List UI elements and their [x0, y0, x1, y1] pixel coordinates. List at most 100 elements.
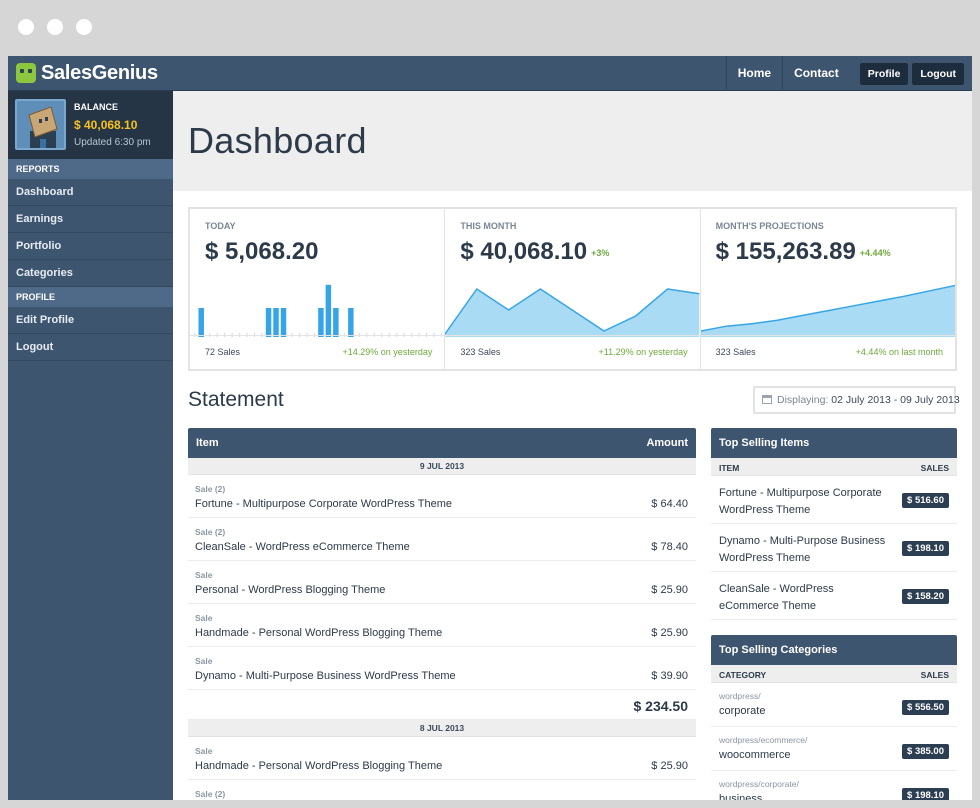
row-type: Sale (2) [195, 484, 226, 494]
stat-trend: +11.29% on yesterday [598, 347, 688, 357]
table-row[interactable]: Sale (2) [188, 780, 696, 800]
sidebar-item-logout[interactable]: Logout [8, 334, 173, 361]
sales-badge: $ 516.60 [902, 493, 949, 508]
category-name: corporate [719, 705, 766, 717]
stat-card-projections: MONTH'S PROJECTIONS $ 155,263.89 +4.44% 3… [700, 209, 955, 369]
window-dot-icon[interactable] [18, 19, 34, 35]
app-logo[interactable]: SalesGenius [16, 63, 158, 83]
title-bar: Dashboard [173, 91, 972, 191]
window-dot-icon[interactable] [47, 19, 63, 35]
col-category-header: CATEGORY [719, 670, 767, 680]
item-name: Dynamo - Multi-Purpose Business WordPres… [719, 535, 886, 564]
date-range-picker[interactable]: Displaying: 02 July 2013 - 09 July 2013 [753, 386, 960, 414]
stat-value: $ 155,263.89 +4.44% [716, 238, 891, 266]
sidebar-section-reports: REPORTS [8, 159, 173, 179]
day-total: $ 234.50 [188, 690, 696, 720]
sidebar-item-categories[interactable]: Categories [8, 260, 173, 287]
stat-sales-count: 323 Sales [715, 347, 756, 357]
main-content: Dashboard TODAY $ 5,068.20 72 Sales +14.… [173, 91, 972, 800]
sidebar: BALANCE $ 40,068.10 Updated 6:30 pm REPO… [8, 91, 173, 800]
logo-text-rest: Genius [91, 62, 158, 84]
panel-title: Top Selling Categories [711, 635, 957, 665]
row-amount: $ 25.90 [651, 760, 688, 772]
stats-row: TODAY $ 5,068.20 72 Sales +14.29% on yes… [188, 207, 957, 371]
row-name: Personal - WordPress Blogging Theme [195, 584, 386, 596]
table-row[interactable]: Sale (2) CleanSale - WordPress eCommerce… [188, 518, 696, 561]
balance-value: $ 40,068.10 [74, 118, 138, 132]
table-row[interactable]: Sale Handmade - Personal WordPress Blogg… [188, 604, 696, 647]
chart-area [445, 289, 700, 337]
stat-footer: 72 Sales +14.29% on yesterday [190, 335, 445, 369]
statement-table: Item Amount 9 JUL 2013 Sale (2) Fortune … [188, 428, 696, 800]
sales-badge: $ 158.20 [902, 589, 949, 604]
window-dot-icon[interactable] [76, 19, 92, 35]
logo-text-bold: Sales [41, 62, 92, 84]
stat-card-this-month: THIS MONTH $ 40,068.10 +3% 323 Sales +11.… [445, 209, 701, 369]
sales-badge: $ 556.50 [902, 700, 949, 715]
panel-columns: ITEM SALES [711, 458, 957, 476]
list-item[interactable]: wordpress/ecommerce/ woocommerce $ 385.0… [711, 727, 957, 771]
balance-updated: Updated 6:30 pm [74, 137, 151, 148]
col-sales-header: SALES [920, 463, 949, 473]
category-path: wordpress/ [719, 691, 761, 701]
panel-columns: CATEGORY SALES [711, 665, 957, 683]
balance-label: BALANCE [74, 102, 118, 112]
profile-button[interactable]: Profile [859, 62, 909, 85]
list-item[interactable]: wordpress/corporate/ business $ 198.10 [711, 771, 957, 800]
date-range-value: 02 July 2013 - 09 July 2013 [831, 394, 960, 406]
logout-button[interactable]: Logout [912, 62, 964, 85]
projection-area-chart [700, 284, 955, 337]
category-path: wordpress/corporate/ [719, 779, 799, 789]
stat-sales-count: 72 Sales [205, 347, 241, 357]
nav-contact-link[interactable]: Contact [782, 56, 850, 91]
chart-bar [325, 284, 332, 337]
day-total-value: $ 234.50 [633, 698, 689, 714]
stat-delta: +3% [591, 247, 610, 258]
table-row[interactable]: Sale Dynamo - Multi-Purpose Business Wor… [188, 647, 696, 690]
statement-title: Statement [188, 388, 284, 411]
row-name: Dynamo - Multi-Purpose Business WordPres… [195, 670, 456, 682]
list-item[interactable]: wordpress/ corporate $ 556.50 [711, 683, 957, 727]
chart-bar [333, 308, 339, 337]
row-name: Handmade - Personal WordPress Blogging T… [195, 760, 443, 772]
sales-badge: $ 198.10 [902, 788, 949, 800]
page-title: Dashboard [188, 120, 367, 161]
chart-bar [318, 308, 324, 337]
stat-label: MONTH'S PROJECTIONS [715, 221, 824, 231]
today-bar-chart [194, 284, 443, 337]
stat-value-text: $ 40,068.10 [460, 238, 588, 265]
top-nav: Home Contact Profile Logout [725, 56, 972, 91]
top-selling-items-panel: Top Selling Items ITEM SALES Fortune - M… [711, 428, 957, 620]
list-item[interactable]: Dynamo - Multi-Purpose Business WordPres… [711, 524, 957, 572]
sidebar-item-portfolio[interactable]: Portfolio [8, 233, 173, 260]
date-range-label: Displaying: [777, 394, 829, 406]
list-item[interactable]: Fortune - Multipurpose Corporate WordPre… [711, 476, 957, 524]
sidebar-item-earnings[interactable]: Earnings [8, 206, 173, 233]
row-type: Sale (2) [195, 527, 226, 537]
row-name: Fortune - Multipurpose Corporate WordPre… [195, 498, 452, 510]
chart-bar [348, 308, 354, 337]
logo-icon [16, 63, 36, 83]
sidebar-item-dashboard[interactable]: Dashboard [8, 179, 173, 206]
row-name: Handmade - Personal WordPress Blogging T… [195, 627, 443, 639]
table-row[interactable]: Sale Personal - WordPress Blogging Theme… [188, 561, 696, 604]
nav-home-link[interactable]: Home [725, 56, 782, 91]
balance-panel: BALANCE $ 40,068.10 Updated 6:30 pm [8, 91, 173, 159]
stat-value-text: $ 155,263.89 [715, 238, 856, 265]
stat-label: THIS MONTH [460, 221, 517, 231]
sidebar-item-edit-profile[interactable]: Edit Profile [8, 307, 173, 334]
day-header: 9 JUL 2013 [188, 458, 696, 475]
calendar-icon [762, 395, 772, 404]
stat-value: $ 5,068.20 [205, 238, 318, 266]
stat-label: TODAY [205, 221, 236, 231]
avatar[interactable] [15, 99, 66, 150]
app-window: SalesGenius Home Contact Profile Logout … [8, 56, 972, 800]
table-row[interactable]: Sale Handmade - Personal WordPress Blogg… [188, 737, 696, 780]
panel-title: Top Selling Items [711, 428, 957, 458]
table-row[interactable]: Sale (2) Fortune - Multipurpose Corporat… [188, 475, 696, 518]
list-item[interactable]: CleanSale - WordPress eCommerce Theme $ … [711, 572, 957, 620]
col-item-header: ITEM [719, 463, 740, 473]
row-amount: $ 25.90 [651, 627, 688, 639]
row-type: Sale [195, 746, 213, 756]
stat-footer: 323 Sales +11.29% on yesterday [445, 335, 700, 369]
